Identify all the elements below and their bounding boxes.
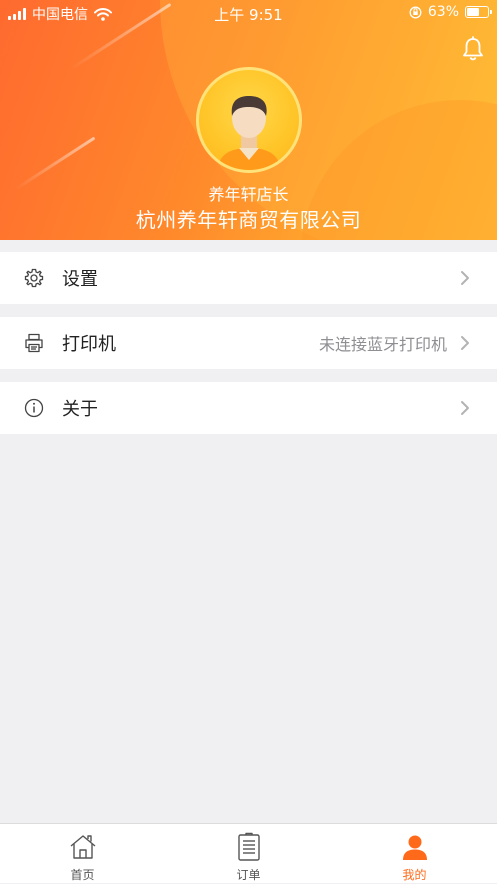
tab-label: 我的	[402, 868, 427, 882]
gear-icon	[24, 268, 44, 288]
bell-icon[interactable]	[461, 36, 485, 62]
printer-icon	[25, 333, 43, 353]
battery-icon	[465, 6, 492, 18]
chevron-right-icon	[461, 336, 469, 350]
tab-bar: 首页 订单 我的	[0, 823, 497, 883]
home-icon	[70, 835, 95, 859]
avatar[interactable]	[196, 67, 302, 173]
chevron-right-icon	[461, 401, 469, 415]
battery-percent: 63%	[427, 4, 459, 20]
chevron-right-icon	[461, 271, 469, 285]
person-icon	[402, 835, 427, 860]
menu-item-label: 打印机	[62, 334, 116, 355]
user-role: 养年轩店长	[208, 185, 289, 204]
person-avatar-icon	[217, 96, 281, 170]
status-bar: 中国电信 上午 9:51 63%	[0, 0, 497, 26]
tab-label: 首页	[70, 868, 95, 882]
menu-item-about[interactable]: 关于	[0, 382, 497, 434]
menu-item-label: 关于	[62, 399, 98, 420]
menu-item-label: 设置	[62, 269, 98, 290]
printer-status: 未连接蓝牙打印机	[318, 335, 447, 354]
tab-label: 订单	[236, 868, 261, 882]
tab-home[interactable]: 首页	[0, 824, 165, 884]
tab-orders[interactable]: 订单	[166, 824, 331, 884]
profile-header: 中国电信 上午 9:51 63% 养年轩店长 杭州养年轩商贸有限公司	[0, 0, 497, 240]
menu-item-printer[interactable]: 打印机 未连接蓝牙打印机	[0, 317, 497, 369]
orientation-lock-icon	[409, 6, 422, 18]
company-name: 杭州养年轩商贸有限公司	[135, 208, 362, 232]
order-icon	[237, 832, 260, 861]
tab-mine[interactable]: 我的	[332, 824, 497, 884]
info-icon	[24, 398, 44, 418]
menu-item-settings[interactable]: 设置	[0, 252, 497, 304]
